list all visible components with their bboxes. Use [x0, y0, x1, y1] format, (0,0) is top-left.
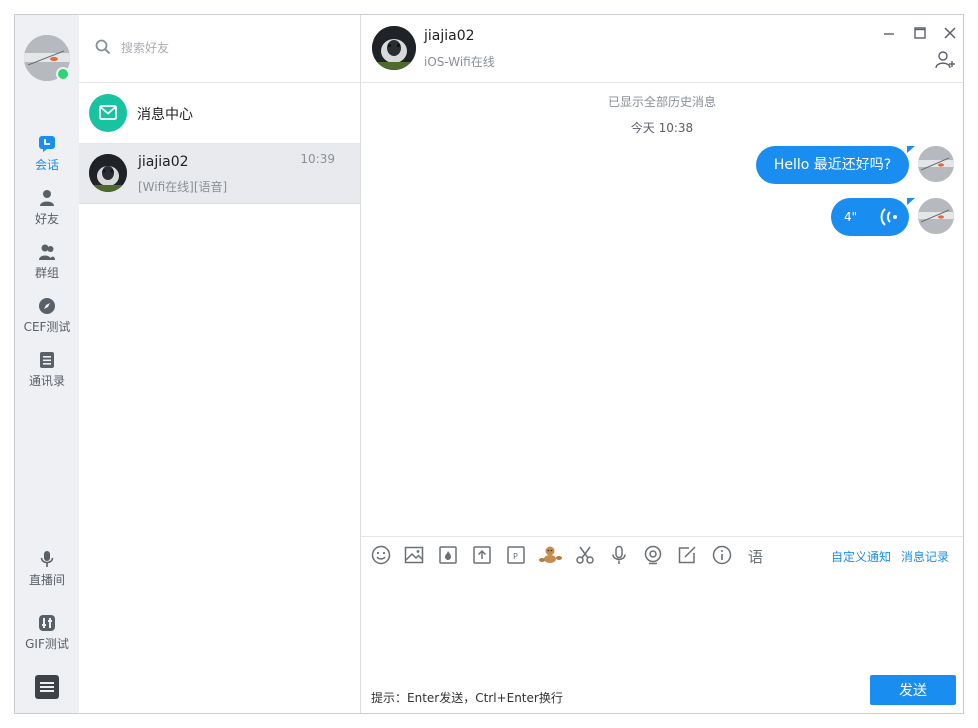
nav-item-label: GIF测试 [25, 637, 69, 651]
voice-duration: 4" [844, 210, 858, 224]
chat-icon [39, 136, 55, 152]
message-input[interactable] [361, 572, 967, 671]
history-note: 已显示全部历史消息 [607, 95, 716, 109]
nav-rail: 会话 好友 群组 CEF测试 通讯录 直播间 GIF测试 [15, 15, 80, 713]
menu-button[interactable] [35, 675, 59, 699]
search-input[interactable] [119, 35, 343, 61]
group-icon [39, 244, 55, 260]
nav-item-label: CEF测试 [23, 320, 71, 334]
mail-icon [89, 94, 127, 132]
image-icon[interactable] [404, 545, 424, 565]
my-message-avatar [918, 146, 954, 182]
timestamp-divider: 今天 10:38 [630, 121, 694, 135]
input-hint: 提示：Enter发送，Ctrl+Enter换行 [371, 691, 563, 705]
file-upload-icon[interactable] [472, 545, 492, 565]
message-history-link[interactable]: 消息记录 [901, 548, 949, 565]
session-item[interactable]: jiajia02 [Wifi在线][语音] 10:39 [79, 144, 360, 204]
app-window: 会话 好友 群组 CEF测试 通讯录 直播间 GIF测试 搜索好友 消息中心 j… [14, 14, 967, 714]
microphone-icon[interactable] [609, 545, 629, 565]
burn-after-read-icon[interactable] [438, 545, 458, 565]
send-button[interactable]: 发送 [870, 675, 956, 705]
bubble-tail [907, 146, 915, 153]
nav-item-groups[interactable]: 群组 [15, 243, 79, 281]
message-bubble-text[interactable]: Hello 最近还好吗? [756, 146, 909, 184]
my-message-avatar [918, 198, 954, 234]
contact-avatar[interactable] [372, 26, 416, 70]
svg-text:P: P [513, 552, 518, 561]
message-text: Hello 最近还好吗? [773, 157, 892, 173]
nav-item-gif-test[interactable]: GIF测试 [15, 614, 79, 652]
session-name: jiajia02 [138, 154, 189, 170]
chat-panel: jiajia02 iOS-Wifi在线 已显示全部历史消息 今天 10:38 H… [361, 15, 967, 713]
maximize-icon[interactable] [912, 25, 928, 41]
chat-contact-status: iOS-Wifi在线 [424, 55, 495, 69]
input-toolbar: P 语 自定义通知 消息记录 [361, 536, 963, 572]
message-center-label: 消息中心 [137, 107, 193, 123]
nav-item-cef-test[interactable]: CEF测试 [15, 297, 79, 335]
session-list: 消息中心 jiajia02 [Wifi在线][语音] 10:39 [79, 15, 361, 713]
nav-item-label: 通讯录 [28, 374, 65, 388]
close-icon[interactable] [942, 25, 958, 41]
gif-icon [39, 615, 55, 631]
chat-contact-name: jiajia02 [424, 28, 475, 44]
search-icon [95, 39, 111, 55]
contacts-icon [40, 352, 54, 368]
message-bubble-voice[interactable]: 4" [831, 198, 909, 236]
sticker-p-icon[interactable]: P [506, 545, 526, 565]
user-icon [40, 190, 54, 206]
language-icon[interactable]: 语 [748, 546, 768, 566]
chat-header: jiajia02 iOS-Wifi在线 [361, 15, 963, 83]
contact-avatar [89, 154, 127, 192]
nav-item-contacts[interactable]: 通讯录 [15, 351, 79, 389]
info-icon[interactable] [712, 545, 732, 565]
add-contact-icon[interactable] [935, 50, 957, 70]
voice-wave-icon [880, 208, 897, 226]
session-time: 10:39 [300, 152, 335, 166]
nav-item-live-room[interactable]: 直播间 [15, 550, 79, 588]
nav-item-label: 好友 [34, 212, 59, 226]
microphone-icon [40, 551, 54, 567]
sticker-bear-icon[interactable] [538, 545, 564, 565]
nav-item-label: 直播间 [28, 573, 65, 587]
compass-icon [39, 298, 55, 314]
edit-icon[interactable] [677, 545, 697, 565]
session-preview: [Wifi在线][语音] [138, 180, 228, 194]
search-bar [79, 15, 360, 83]
online-status-dot [56, 67, 70, 81]
nav-item-label: 群组 [34, 266, 59, 280]
video-call-icon[interactable] [643, 545, 663, 565]
emoji-icon[interactable] [371, 545, 391, 565]
message-center-item[interactable]: 消息中心 [79, 83, 360, 144]
custom-notification-link[interactable]: 自定义通知 [831, 548, 891, 565]
nav-item-chat[interactable]: 会话 [15, 135, 79, 173]
scissors-icon[interactable] [575, 545, 595, 565]
bubble-tail [907, 198, 915, 205]
minimize-icon[interactable] [881, 25, 897, 41]
nav-item-label: 会话 [34, 158, 59, 172]
nav-item-friends[interactable]: 好友 [15, 189, 79, 227]
